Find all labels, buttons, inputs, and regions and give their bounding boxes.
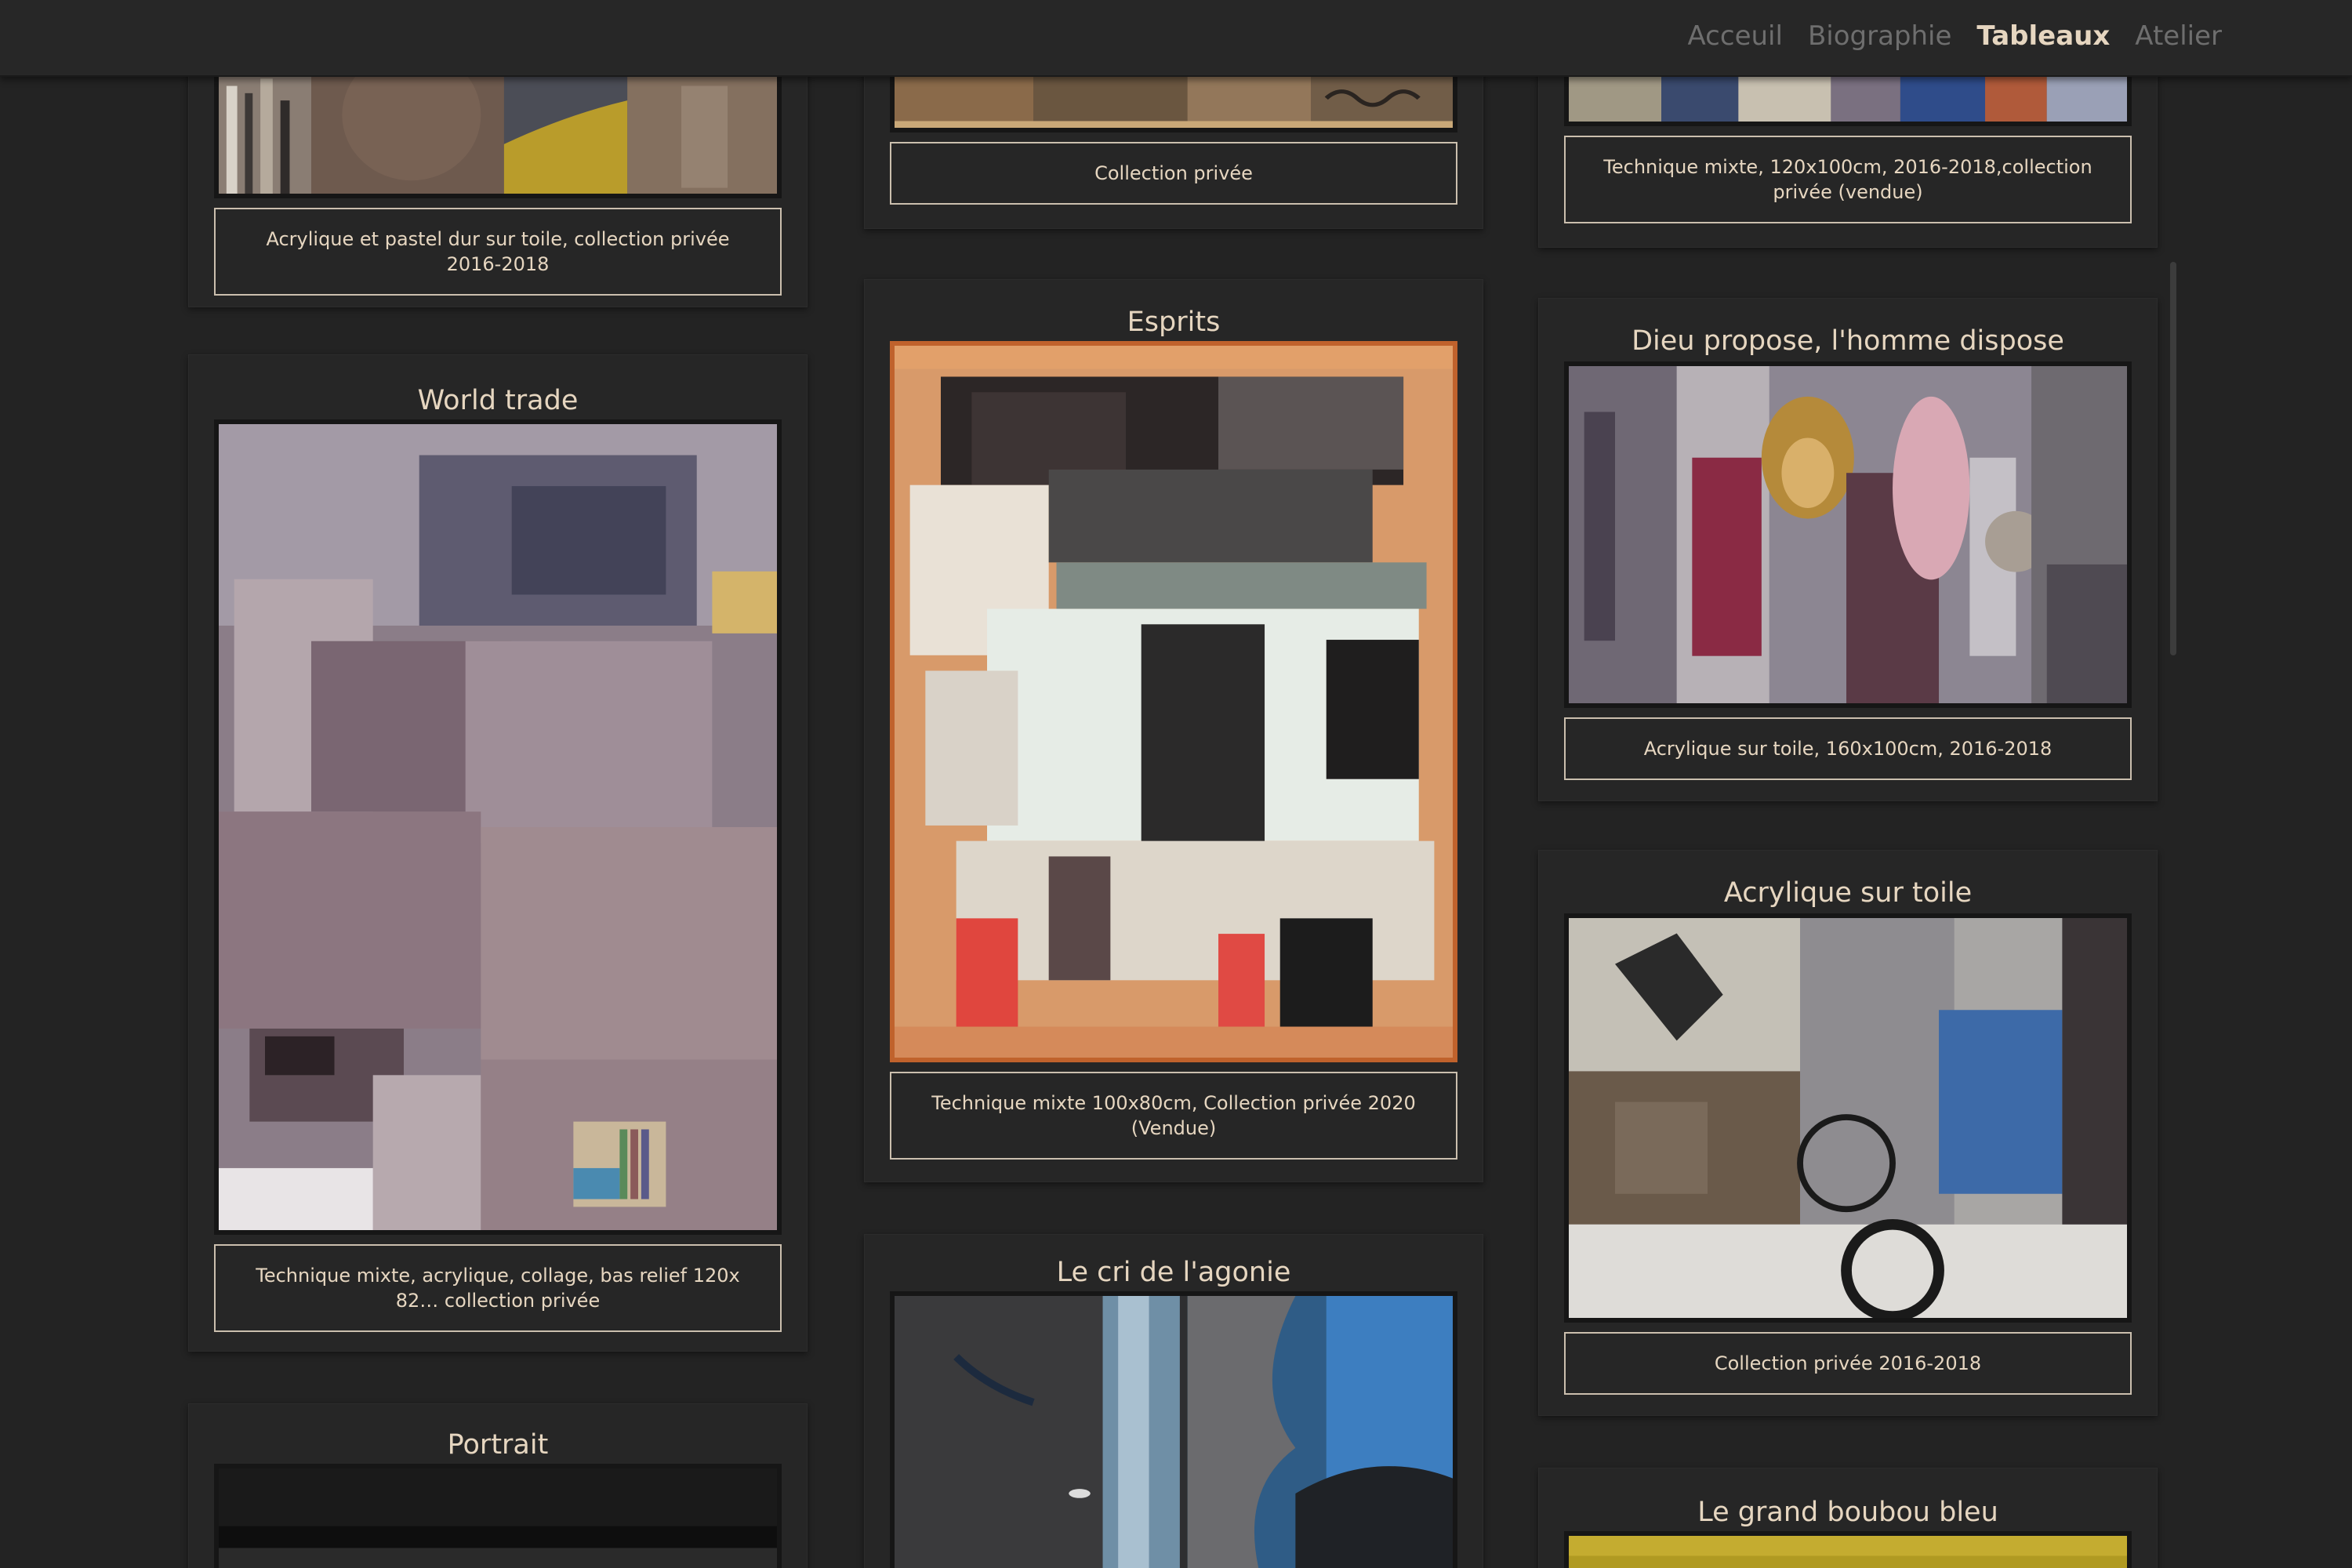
painting-image[interactable] [890,341,1457,1062]
painting-card: Le grand boubou bleu [1538,1468,2158,1568]
painting-image[interactable] [214,419,782,1235]
painting-title: Le cri de l'agonie [1056,1257,1291,1288]
painting-artwork [1569,366,2127,703]
painting-artwork [219,71,777,194]
painting-image[interactable] [1564,1531,2132,1568]
main-nav: Acceuil Biographie Tableaux Atelier [1688,20,2222,52]
painting-artwork [895,1296,1453,1568]
painting-title: World trade [417,385,579,416]
painting-image[interactable] [1564,913,2132,1323]
painting-artwork [895,346,1453,1058]
painting-artwork [219,424,777,1230]
painting-artwork [1569,71,2127,122]
painting-caption: Collection privée 2016-2018 [1564,1332,2132,1395]
scrollbar-thumb[interactable] [2170,262,2176,655]
painting-card: Esprits Technique mixte 100x80cm, Collec… [864,279,1483,1182]
painting-caption: Collection privée [890,142,1457,205]
page: Acceuil Biographie Tableaux Atelier Acry… [0,0,2352,1568]
painting-card: Acrylique sur toile Collection privée 20… [1538,850,2158,1416]
nav-link-atelier[interactable]: Atelier [2135,20,2222,52]
top-navigation-bar: Acceuil Biographie Tableaux Atelier [0,0,2352,77]
painting-title: Dieu propose, l'homme dispose [1632,325,2064,357]
painting-caption: Technique mixte, acrylique, collage, bas… [214,1244,782,1332]
painting-card: Le cri de l'agonie [864,1234,1483,1568]
painting-caption: Technique mixte, 120x100cm, 2016-2018,co… [1564,136,2132,223]
painting-title: Portrait [447,1429,549,1461]
painting-artwork [895,71,1453,128]
painting-artwork [1569,918,2127,1318]
painting-caption: Acrylique sur toile, 160x100cm, 2016-201… [1564,717,2132,780]
painting-caption: Acrylique et pastel dur sur toile, colle… [214,208,782,296]
painting-image[interactable] [890,1291,1457,1568]
painting-image[interactable] [1564,361,2132,708]
painting-title: Le grand boubou bleu [1697,1497,1998,1528]
painting-card: Portrait [188,1403,808,1568]
nav-link-biographie[interactable]: Biographie [1808,20,1951,52]
painting-image[interactable] [214,67,782,198]
painting-artwork [1569,1536,2127,1568]
painting-card: World trade Technique mixte, acrylique, … [188,354,808,1352]
painting-title: Esprits [1127,307,1221,338]
nav-link-tableaux[interactable]: Tableaux [1976,20,2110,52]
nav-link-acceuil[interactable]: Acceuil [1688,20,1783,52]
painting-title: Acrylique sur toile [1723,877,1973,909]
painting-caption: Technique mixte 100x80cm, Collection pri… [890,1072,1457,1160]
painting-artwork [219,1468,777,1568]
painting-image[interactable] [214,1464,782,1568]
painting-card: Dieu propose, l'homme dispose Acrylique … [1538,298,2158,801]
